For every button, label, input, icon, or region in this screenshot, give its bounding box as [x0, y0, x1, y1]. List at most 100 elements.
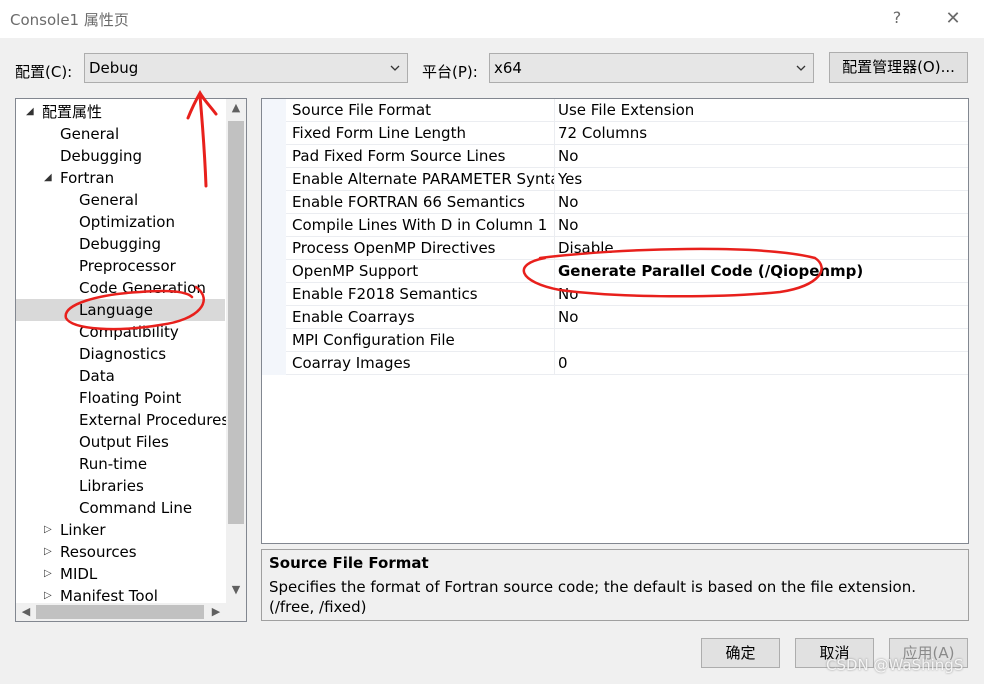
watermark: CSDN @WaShingS	[826, 656, 964, 674]
property-row[interactable]: Fixed Form Line Length 72 Columns	[286, 122, 968, 145]
tree-item[interactable]: Run-time	[79, 453, 147, 475]
tree-item[interactable]: Debugging	[60, 145, 142, 167]
scroll-right-icon[interactable]: ▶	[208, 605, 224, 618]
platform-combo[interactable]: x64	[489, 53, 814, 83]
tree-item[interactable]: Command Line	[79, 497, 192, 519]
column-divider	[554, 168, 555, 191]
tree-item[interactable]: Libraries	[79, 475, 144, 497]
column-divider	[554, 145, 555, 168]
property-tree[interactable]: ◢ 配置属性 General Debugging ◢ Fortran General Opti…	[15, 98, 247, 622]
property-name: Enable FORTRAN 66 Semantics	[292, 193, 525, 211]
tree-item[interactable]: MIDL	[60, 563, 97, 585]
property-value[interactable]: Yes	[558, 170, 582, 188]
tree-vertical-scroll-thumb[interactable]	[228, 121, 244, 524]
tree-item[interactable]: Diagnostics	[79, 343, 166, 365]
column-divider	[554, 283, 555, 306]
chevron-down-icon	[390, 65, 400, 71]
tree-collapsed-icon[interactable]: ▷	[44, 519, 56, 541]
tree-item[interactable]: Output Files	[79, 431, 169, 453]
tree-item[interactable]: General	[79, 189, 138, 211]
property-name: Fixed Form Line Length	[292, 124, 466, 142]
platform-value: x64	[494, 59, 522, 77]
tree-horizontal-scrollbar[interactable]: ◀ ▶	[16, 603, 226, 621]
tree-item[interactable]: Resources	[60, 541, 137, 563]
tree-item[interactable]: Optimization	[79, 211, 175, 233]
property-name: Source File Format	[292, 101, 432, 119]
tree-expanded-icon[interactable]: ◢	[44, 167, 56, 189]
column-divider	[554, 237, 555, 260]
tree-item[interactable]: Compatibility	[79, 321, 179, 343]
title-bar: Console1 属性页 ? ✕	[0, 0, 984, 38]
property-value[interactable]: 0	[558, 354, 568, 372]
column-divider	[554, 260, 555, 283]
property-value[interactable]: No	[558, 216, 578, 234]
tree-item[interactable]: General	[60, 123, 119, 145]
property-value[interactable]: Generate Parallel Code (/Qiopenmp)	[558, 262, 863, 280]
tree-vertical-scrollbar[interactable]: ▲ ▼	[226, 99, 246, 603]
tree-item[interactable]: Preprocessor	[79, 255, 176, 277]
property-grid[interactable]: Source File Format Use File Extension Fixe…	[261, 98, 969, 544]
scroll-down-icon[interactable]: ▼	[228, 583, 244, 596]
platform-label: 平台(P):	[422, 63, 478, 81]
tree-item[interactable]: Linker	[60, 519, 106, 541]
help-button[interactable]: ?	[886, 7, 908, 29]
property-row[interactable]: Source File Format Use File Extension	[286, 99, 968, 122]
column-divider	[554, 122, 555, 145]
tree-collapsed-icon[interactable]: ▷	[44, 563, 56, 585]
column-divider	[554, 306, 555, 329]
column-divider	[554, 329, 555, 352]
chevron-down-icon	[796, 65, 806, 71]
property-row[interactable]: Process OpenMP Directives Disable	[286, 237, 968, 260]
property-value[interactable]: Use File Extension	[558, 101, 694, 119]
property-value[interactable]: Disable	[558, 239, 614, 257]
tree-item[interactable]: Code Generation	[79, 277, 206, 299]
property-row[interactable]: Compile Lines With D in Column 1 No	[286, 214, 968, 237]
property-name: Enable Coarrays	[292, 308, 415, 326]
configuration-manager-button[interactable]: 配置管理器(O)...	[829, 52, 968, 83]
close-button[interactable]: ✕	[940, 7, 966, 31]
property-value[interactable]: No	[558, 308, 578, 326]
property-row[interactable]: OpenMP Support Generate Parallel Code (/Q…	[286, 260, 968, 283]
property-row[interactable]: Enable Coarrays No	[286, 306, 968, 329]
tree-collapsed-icon[interactable]: ▷	[44, 541, 56, 563]
tree-expanded-icon[interactable]: ◢	[26, 101, 38, 123]
property-name: MPI Configuration File	[292, 331, 455, 349]
property-value[interactable]: 72 Columns	[558, 124, 647, 142]
property-row[interactable]: Enable F2018 Semantics No	[286, 283, 968, 306]
tree-item[interactable]: 配置属性	[42, 101, 102, 123]
tree-item[interactable]: Data	[79, 365, 115, 387]
property-name: Pad Fixed Form Source Lines	[292, 147, 506, 165]
tree-item[interactable]: Floating Point	[79, 387, 181, 409]
scroll-left-icon[interactable]: ◀	[18, 605, 34, 618]
tree-item[interactable]: Language	[79, 299, 153, 321]
description-title: Source File Format	[269, 554, 429, 572]
property-value[interactable]: No	[558, 285, 578, 303]
tree-item[interactable]: External Procedures	[79, 409, 229, 431]
property-value[interactable]: No	[558, 193, 578, 211]
configuration-value: Debug	[89, 59, 139, 77]
configuration-combo[interactable]: Debug	[84, 53, 408, 83]
property-value[interactable]: No	[558, 147, 578, 165]
property-name: Enable F2018 Semantics	[292, 285, 478, 303]
property-row[interactable]: Enable Alternate PARAMETER Syntax Yes	[286, 168, 968, 191]
property-name: Enable Alternate PARAMETER Syntax	[292, 170, 554, 188]
column-divider	[554, 214, 555, 237]
scrollbar-corner	[226, 603, 246, 621]
ok-button[interactable]: 确定	[701, 638, 780, 668]
property-row[interactable]: Enable FORTRAN 66 Semantics No	[286, 191, 968, 214]
column-divider	[554, 99, 555, 122]
property-row[interactable]: Pad Fixed Form Source Lines No	[286, 145, 968, 168]
description-panel: Source File Format Specifies the format …	[261, 549, 969, 621]
property-row[interactable]: Coarray Images 0	[286, 352, 968, 375]
scroll-up-icon[interactable]: ▲	[228, 101, 244, 114]
grid-gutter	[262, 99, 286, 375]
property-name: Coarray Images	[292, 354, 411, 372]
tree-item[interactable]: Fortran	[60, 167, 114, 189]
column-divider	[554, 191, 555, 214]
property-name: Compile Lines With D in Column 1	[292, 216, 548, 234]
property-row[interactable]: MPI Configuration File	[286, 329, 968, 352]
window-title: Console1 属性页	[10, 11, 129, 29]
tree-horizontal-scroll-thumb[interactable]	[36, 605, 204, 619]
tree-item[interactable]: Debugging	[79, 233, 161, 255]
column-divider	[554, 352, 555, 375]
